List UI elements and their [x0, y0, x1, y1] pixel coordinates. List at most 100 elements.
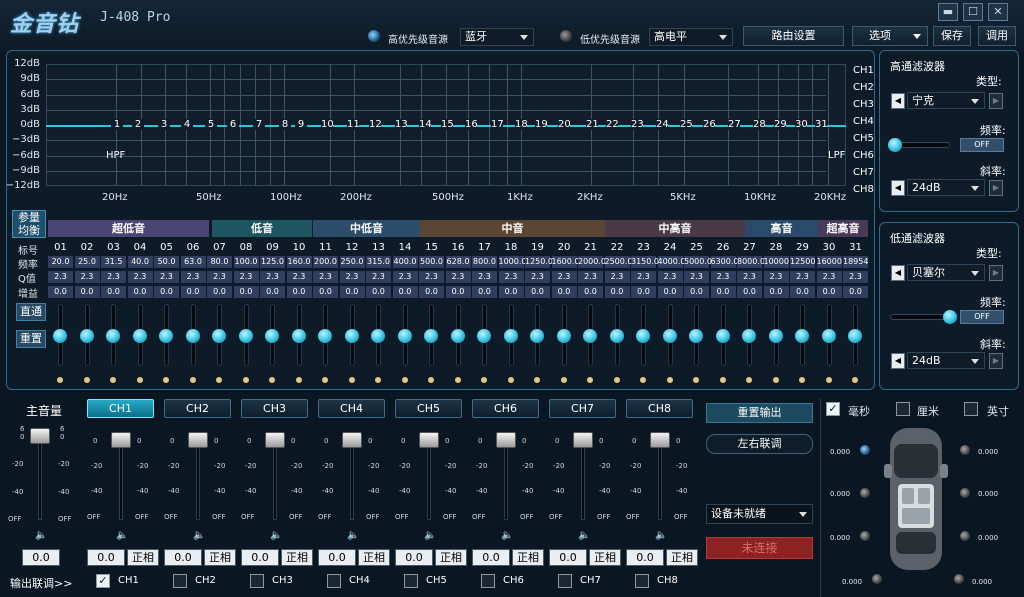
freq-cell[interactable]: 80.0 [207, 256, 232, 268]
freq-cell[interactable]: 800.0 [472, 256, 497, 268]
lpf-freq-slider[interactable] [890, 314, 950, 320]
q-cell[interactable]: 2.3 [74, 271, 100, 283]
hpf-type-select[interactable]: 宁克 [907, 92, 985, 109]
channel-select-button[interactable]: CH2 [164, 399, 231, 418]
q-cell[interactable]: 2.3 [498, 271, 524, 283]
gain-slider-knob[interactable] [291, 329, 306, 343]
q-cell[interactable]: 2.3 [101, 271, 126, 283]
gain-cell[interactable]: 0.0 [286, 286, 312, 298]
freq-cell[interactable]: 16000 [816, 256, 842, 268]
freq-cell[interactable]: 628.0 [445, 256, 471, 268]
gain-cell[interactable]: 0.0 [816, 286, 842, 298]
eq-point-marker[interactable]: 6 [227, 119, 239, 130]
gain-cell[interactable]: 0.0 [684, 286, 709, 298]
lpf-slope-prev-button[interactable]: ◀ [891, 353, 905, 369]
speaker-icon[interactable]: 🔈 [424, 530, 438, 541]
lpf-slope-select[interactable]: 24dB [907, 352, 985, 369]
low-priority-source-select[interactable]: 高电平 [649, 28, 733, 46]
delay-knob-icon[interactable] [960, 488, 970, 498]
gain-slider-knob[interactable] [662, 329, 677, 343]
gain-slider-knob[interactable] [212, 329, 226, 343]
bypass-button[interactable]: 直通 [16, 303, 46, 321]
eq-point-marker[interactable]: 10 [321, 119, 334, 130]
eq-point-marker[interactable]: 16 [465, 119, 478, 130]
q-cell[interactable]: 2.3 [790, 271, 815, 283]
q-cell[interactable]: 2.3 [127, 271, 153, 283]
eq-point-marker[interactable]: 23 [631, 119, 644, 130]
freq-cell[interactable]: 31.5 [101, 256, 126, 268]
eq-point-marker[interactable]: 5 [205, 119, 217, 130]
eq-point-marker[interactable]: 9 [295, 119, 307, 130]
eq-point-marker[interactable]: 22 [606, 119, 619, 130]
load-button[interactable]: 调用 [978, 26, 1016, 46]
device-select[interactable]: 设备未就绪 [706, 504, 813, 524]
channel-select-button[interactable]: CH4 [318, 399, 385, 418]
delay-value[interactable]: 0.000 [972, 578, 992, 586]
q-cell[interactable]: 2.3 [313, 271, 338, 283]
gain-cell[interactable]: 0.0 [180, 286, 206, 298]
gain-cell[interactable]: 0.0 [419, 286, 444, 298]
eq-reset-button[interactable]: 重置 [16, 330, 46, 348]
master-fader-handle[interactable] [30, 428, 50, 444]
q-cell[interactable]: 2.3 [843, 271, 868, 283]
hpf-type-prev-button[interactable]: ◀ [891, 93, 905, 109]
q-cell[interactable]: 2.3 [604, 271, 630, 283]
minimize-button[interactable]: ▬ [938, 3, 958, 21]
gain-cell[interactable]: 0.0 [498, 286, 524, 298]
channel-volume-value[interactable]: 0.0 [164, 549, 202, 566]
eq-point-marker[interactable]: 19 [535, 119, 548, 130]
freq-cell[interactable]: 63.0 [180, 256, 206, 268]
q-cell[interactable]: 2.3 [816, 271, 842, 283]
q-cell[interactable]: 2.3 [578, 271, 603, 283]
q-cell[interactable]: 2.3 [710, 271, 736, 283]
freq-cell[interactable]: 200.0 [313, 256, 338, 268]
gain-slider-knob[interactable] [821, 329, 836, 343]
freq-cell[interactable]: 125.0 [260, 256, 285, 268]
freq-cell[interactable]: 500.0 [419, 256, 444, 268]
link-checkbox[interactable]: ✓ [96, 574, 110, 588]
delay-knob-icon[interactable] [960, 531, 970, 541]
delay-value[interactable]: 0.000 [830, 490, 850, 498]
q-cell[interactable]: 2.3 [419, 271, 444, 283]
channel-volume-value[interactable]: 0.0 [472, 549, 510, 566]
delay-knob-icon[interactable] [860, 445, 870, 455]
link-checkbox[interactable] [327, 574, 341, 588]
gain-slider-knob[interactable] [53, 329, 67, 343]
graph-channel-label[interactable]: CH2 [853, 82, 874, 93]
q-cell[interactable]: 2.3 [472, 271, 497, 283]
gain-cell[interactable]: 0.0 [578, 286, 603, 298]
q-cell[interactable]: 2.3 [551, 271, 577, 283]
graph-channel-label[interactable]: CH5 [853, 133, 874, 144]
gain-cell[interactable]: 0.0 [790, 286, 815, 298]
channel-volume-value[interactable]: 0.0 [241, 549, 279, 566]
q-cell[interactable]: 2.3 [631, 271, 656, 283]
hpf-freq-slider-knob[interactable] [888, 138, 902, 152]
channel-fader-handle[interactable] [650, 432, 670, 448]
q-cell[interactable]: 2.3 [48, 271, 73, 283]
gain-slider-knob[interactable] [583, 329, 597, 343]
phase-button[interactable]: 正相 [435, 549, 467, 566]
freq-cell[interactable]: 315.0 [366, 256, 391, 268]
gain-slider-knob[interactable] [636, 329, 650, 343]
gain-cell[interactable]: 0.0 [207, 286, 232, 298]
gain-cell[interactable]: 0.0 [154, 286, 179, 298]
gain-slider-knob[interactable] [318, 329, 332, 343]
q-cell[interactable]: 2.3 [366, 271, 391, 283]
gain-cell[interactable]: 0.0 [48, 286, 73, 298]
gain-cell[interactable]: 0.0 [101, 286, 126, 298]
link-checkbox[interactable] [481, 574, 495, 588]
freq-cell[interactable]: 5000.0 [684, 256, 712, 268]
inch-checkbox[interactable] [964, 402, 978, 416]
eq-point-marker[interactable]: 21 [586, 119, 599, 130]
link-checkbox[interactable] [173, 574, 187, 588]
channel-volume-value[interactable]: 0.0 [87, 549, 125, 566]
gain-slider-knob[interactable] [397, 329, 412, 343]
freq-cell[interactable]: 250.0 [339, 256, 365, 268]
freq-cell[interactable]: 40.0 [127, 256, 153, 268]
eq-point-marker[interactable]: 27 [728, 119, 741, 130]
freq-cell[interactable]: 2000.0 [578, 256, 606, 268]
gain-cell[interactable]: 0.0 [445, 286, 471, 298]
eq-point-marker[interactable]: 12 [369, 119, 382, 130]
close-button[interactable]: ✕ [988, 3, 1008, 21]
speaker-icon[interactable]: 🔈 [655, 530, 669, 541]
